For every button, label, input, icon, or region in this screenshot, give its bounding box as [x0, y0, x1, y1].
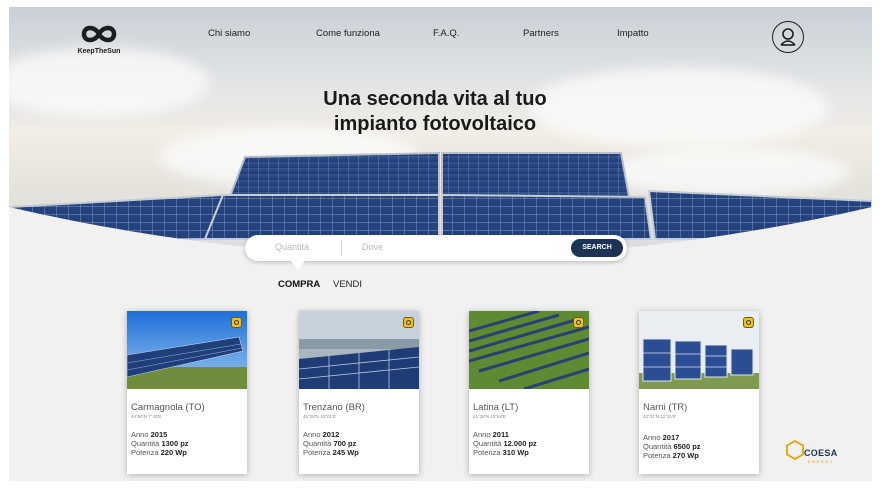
listing-card[interactable]: Trenzano (BR) 45°28'N 10°01'E Anno 2012 …: [299, 311, 419, 474]
listing-city: Narni (TR): [643, 402, 688, 413]
search-divider: [341, 240, 342, 256]
listing-quantity: Quantità 1300 pz: [131, 439, 189, 448]
user-profile-button[interactable]: [772, 21, 804, 53]
nav-impatto[interactable]: Impatto: [617, 28, 649, 39]
hexagon-icon: [786, 440, 804, 460]
headline-line-2: impianto fotovoltaico: [333, 113, 537, 135]
listing-quantity: Quantità 700 pz: [303, 439, 357, 448]
listing-card[interactable]: Carmagnola (TO) 44°50'N 7°43'E Anno 2015…: [127, 311, 247, 474]
page-frame: KeepTheSun Chi siamo Come funziona F.A.Q…: [9, 7, 872, 481]
partner-subtitle: ENERGY: [808, 459, 834, 464]
search-bar: Quantità Dove SEARCH: [245, 235, 627, 261]
brand-logo[interactable]: KeepTheSun: [71, 22, 127, 55]
nav-faq[interactable]: F.A.Q.: [433, 28, 459, 39]
user-icon: [780, 28, 796, 46]
tab-compra[interactable]: COMPRA: [278, 279, 320, 290]
search-pointer: [291, 261, 305, 270]
listing-coords: 44°50'N 7°43'E: [131, 414, 162, 419]
listing-city: Latina (LT): [473, 402, 519, 413]
quantity-input[interactable]: Quantità: [275, 242, 335, 252]
listing-photo: [299, 311, 419, 389]
search-button[interactable]: SEARCH: [571, 239, 623, 257]
listing-card[interactable]: Latina (LT) 41°28'N 12°54'E Anno 2011 Qu…: [469, 311, 589, 474]
listing-quantity: Quantità 6500 pz: [643, 442, 701, 451]
listing-year: Anno 2017: [643, 433, 680, 442]
listing-city: Carmagnola (TO): [131, 402, 205, 413]
listing-coords: 41°28'N 12°54'E: [473, 414, 506, 419]
listing-year: Anno 2012: [303, 430, 340, 439]
listing-power: Potenza 270 Wp: [643, 451, 699, 460]
infinity-logo-icon: [81, 25, 117, 43]
listing-quantity: Quantità 12.000 pz: [473, 439, 537, 448]
partner-name: COESA: [804, 448, 838, 458]
nav-chi-siamo[interactable]: Chi siamo: [208, 28, 250, 39]
hero-section: [9, 7, 872, 272]
where-input[interactable]: Dove: [362, 242, 482, 252]
partner-badge-icon: [231, 317, 242, 328]
nav-partners[interactable]: Partners: [523, 28, 559, 39]
headline-line-1: Una seconda vita al tuo: [323, 88, 547, 110]
listing-city: Trenzano (BR): [303, 402, 365, 413]
listing-power: Potenza 220 Wp: [131, 448, 187, 457]
listing-coords: 45°28'N 10°01'E: [303, 414, 336, 419]
tab-vendi[interactable]: VENDI: [333, 279, 362, 290]
listing-photo: [639, 311, 759, 389]
hero-headline: Una seconda vita al tuo impianto fotovol…: [279, 87, 591, 137]
listing-photo: [127, 311, 247, 389]
listing-power: Potenza 245 Wp: [303, 448, 359, 457]
listing-power: Potenza 310 Wp: [473, 448, 529, 457]
listing-card[interactable]: Narni (TR) 42°31'N 12°31'E Anno 2017 Qua…: [639, 311, 759, 474]
listing-year: Anno 2015: [131, 430, 168, 439]
partner-badge-icon: [573, 317, 584, 328]
listing-coords: 42°31'N 12°31'E: [643, 414, 676, 419]
partner-logo[interactable]: COESA ENERGY: [786, 440, 846, 466]
brand-name: KeepTheSun: [77, 48, 121, 55]
partner-badge-icon: [743, 317, 754, 328]
listing-year: Anno 2011: [473, 430, 509, 439]
listing-photo: [469, 311, 589, 389]
partner-badge-icon: [403, 317, 414, 328]
nav-come-funziona[interactable]: Come funziona: [316, 28, 380, 39]
solar-panels-image: [9, 151, 872, 272]
